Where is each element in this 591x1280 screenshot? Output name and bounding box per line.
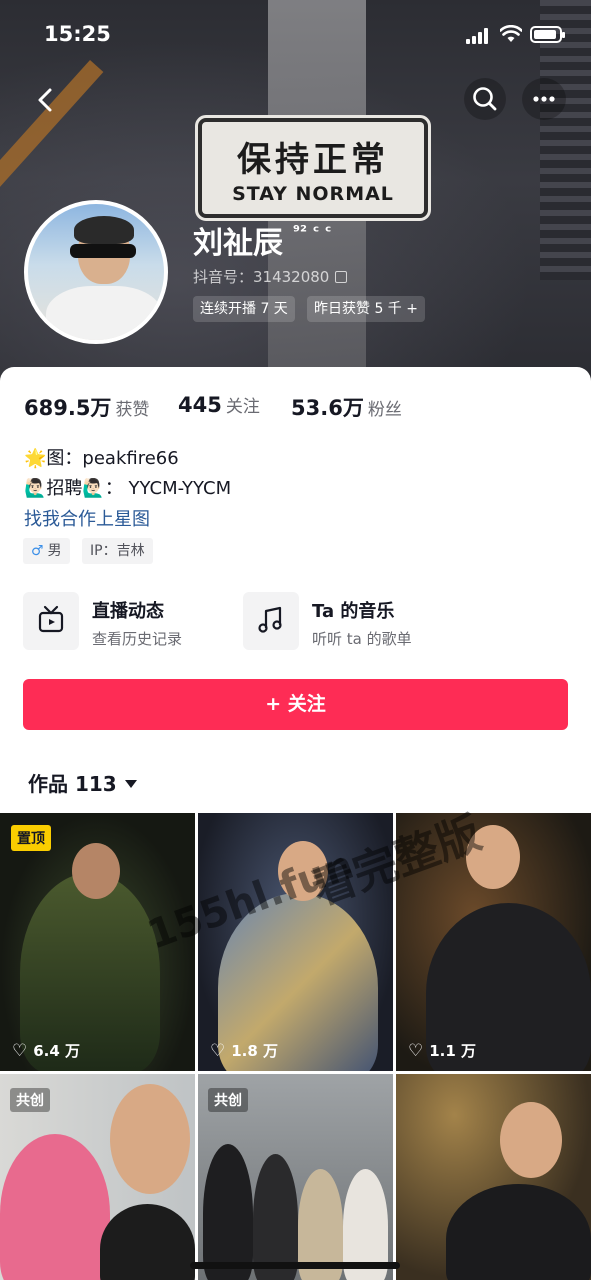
video-tile[interactable]: ♡ 1.8 万 xyxy=(198,813,393,1071)
follow-button[interactable]: + 关注 xyxy=(23,679,568,730)
heart-icon: ♡ xyxy=(12,1041,28,1061)
tv-icon xyxy=(23,592,79,650)
more-dots-icon xyxy=(533,96,555,102)
status-time: 15:25 xyxy=(44,22,111,46)
music-entry[interactable]: Ta 的音乐 听听 ta 的歌单 xyxy=(243,592,443,650)
works-tab[interactable]: 作品 113 xyxy=(28,768,137,797)
wifi-icon xyxy=(500,25,522,42)
gender-chip: ♂ 男 xyxy=(23,538,70,564)
avatar[interactable] xyxy=(24,200,168,344)
co-creation-badge: 共创 xyxy=(208,1088,248,1112)
stat-following[interactable]: 445 关注 xyxy=(178,392,260,417)
search-button[interactable] xyxy=(464,78,506,120)
more-button[interactable] xyxy=(522,78,566,120)
live-history-title: 直播动态 xyxy=(92,601,164,622)
sign-text-en: STAY NORMAL xyxy=(232,183,394,205)
video-tile[interactable]: ♡ 1.1 万 xyxy=(396,813,591,1071)
works-tab-label: 作品 113 xyxy=(28,772,117,796)
battery-icon xyxy=(530,26,565,43)
back-arrow-icon[interactable] xyxy=(26,80,66,120)
search-icon xyxy=(473,87,497,111)
video-likes: ♡ 1.1 万 xyxy=(408,1040,476,1061)
sign-text-cn: 保持正常 xyxy=(237,140,389,180)
co-creation-badge: 共创 xyxy=(10,1088,50,1112)
stat-likes-value: 689.5万 xyxy=(24,396,112,420)
stat-followers[interactable]: 53.6万 粉丝 xyxy=(291,392,402,422)
live-streak-tag: 连续开播 7 天 xyxy=(193,296,295,322)
video-likes-count: 1.8 万 xyxy=(231,1042,279,1060)
stat-followers-value: 53.6万 xyxy=(291,396,364,420)
bio-line-2: 🙋🏻‍♂️招聘🙋🏻‍♂️： YYCM-YYCM xyxy=(24,478,232,499)
caret-down-icon xyxy=(124,780,137,788)
live-history-subtitle: 查看历史记录 xyxy=(92,630,183,648)
copy-icon[interactable] xyxy=(335,271,348,283)
cellular-signal-icon xyxy=(466,28,490,44)
video-tile[interactable]: 置顶 ♡ 6.4 万 xyxy=(0,813,195,1071)
video-likes: ♡ 1.8 万 xyxy=(210,1040,278,1061)
heart-icon: ♡ xyxy=(408,1041,424,1061)
home-indicator xyxy=(190,1262,400,1269)
pinned-badge: 置顶 xyxy=(11,825,51,851)
live-history-entry[interactable]: 直播动态 查看历史记录 xyxy=(23,592,223,650)
douyin-id-text: 抖音号：31432080 xyxy=(193,268,330,286)
ip-location-chip: IP：吉林 xyxy=(82,538,153,564)
stat-followers-label: 粉丝 xyxy=(367,400,402,420)
music-icon xyxy=(243,592,299,650)
profile-nickname: 刘祉辰 xyxy=(193,226,283,261)
yesterday-likes-tag: 昨日获赞 5 千 + xyxy=(307,296,425,322)
stat-following-label: 关注 xyxy=(225,397,260,417)
video-tile[interactable]: 共创 xyxy=(0,1074,195,1280)
video-tile[interactable]: 共创 xyxy=(198,1074,393,1280)
status-bar: 15:25 xyxy=(0,0,591,70)
music-title: Ta 的音乐 xyxy=(312,601,395,622)
video-likes: ♡ 6.4 万 xyxy=(12,1040,80,1061)
stat-following-value: 445 xyxy=(178,393,222,417)
profile-nickname-suffix: ⁹² ᶜ ᶜ xyxy=(293,222,332,241)
heart-icon: ♡ xyxy=(210,1041,226,1061)
gender-label: 男 xyxy=(47,543,62,559)
stat-likes-label: 获赞 xyxy=(115,400,150,420)
video-likes-count: 1.1 万 xyxy=(429,1042,477,1060)
stat-likes[interactable]: 689.5万 获赞 xyxy=(24,392,149,422)
video-tile[interactable] xyxy=(396,1074,591,1280)
male-icon: ♂ xyxy=(31,543,44,559)
music-subtitle: 听听 ta 的歌单 xyxy=(312,630,412,648)
video-likes-count: 6.4 万 xyxy=(33,1042,81,1060)
cover-sign: 保持正常 STAY NORMAL xyxy=(195,115,431,221)
douyin-id[interactable]: 抖音号：31432080 xyxy=(193,266,348,287)
star-map-link[interactable]: 找我合作上星图 xyxy=(24,505,150,531)
bio-line-1: 🌟图：peakfire66 xyxy=(24,448,179,469)
